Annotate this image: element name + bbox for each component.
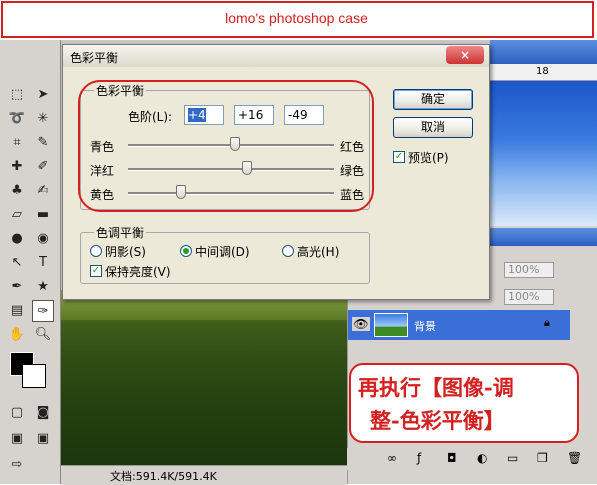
slice-tool-icon[interactable]: ✎ bbox=[32, 132, 54, 154]
layers-panel-header[interactable] bbox=[490, 228, 597, 246]
type-tool-icon[interactable]: T bbox=[32, 252, 54, 274]
lasso-tool-icon[interactable]: ➰ bbox=[6, 108, 28, 130]
trash-icon[interactable]: 🗑︎ bbox=[567, 451, 582, 465]
new-layer-icon[interactable]: ❐ bbox=[537, 451, 548, 465]
pen-tool-icon[interactable]: ✒ bbox=[6, 276, 28, 298]
opacity-field[interactable]: 100% bbox=[504, 262, 554, 278]
jump-to-imageready-icon[interactable]: ⇨ bbox=[6, 454, 28, 476]
move-tool-icon[interactable]: ➤ bbox=[32, 84, 54, 106]
dialog-title: 色彩平衡 bbox=[70, 51, 119, 65]
lock-icon: 🔒︎ bbox=[544, 316, 550, 329]
fill-field[interactable]: 100% bbox=[504, 289, 554, 305]
cancel-button[interactable]: 取消 bbox=[393, 117, 473, 138]
shadows-label: 阴影(S) bbox=[105, 245, 146, 259]
midtones-label: 中间调(D) bbox=[195, 245, 250, 259]
toolbox: ⬚ ➤ ➰ ✳ ⌗ ✎ ✚ ✐ ♣ ✍ ▱ ▬ ● ◉ ↖ T ✒ ★ ▤ ✑ … bbox=[0, 40, 61, 484]
mask-icon[interactable]: ◘ bbox=[447, 451, 457, 465]
banner-title: lomo's photoshop case bbox=[225, 10, 368, 26]
annotation-line-1: 再执行【图像-调 bbox=[358, 375, 514, 400]
highlights-label: 高光(H) bbox=[297, 245, 340, 259]
blur-tool-icon[interactable]: ● bbox=[6, 228, 28, 250]
shape-tool-icon[interactable]: ★ bbox=[32, 276, 54, 298]
adjustment-layer-icon[interactable]: ◐ bbox=[477, 451, 487, 465]
quick-mask-icon[interactable]: ◙ bbox=[32, 402, 54, 424]
standard-mode-icon[interactable]: ▢ bbox=[6, 402, 28, 424]
document-titlebar[interactable] bbox=[490, 40, 597, 64]
marquee-tool-icon[interactable]: ⬚ bbox=[6, 84, 28, 106]
preview-checkbox[interactable]: ✓ bbox=[393, 151, 405, 163]
preserve-luminosity-checkbox[interactable]: ✓ bbox=[90, 265, 102, 277]
clone-stamp-icon[interactable]: ♣ bbox=[6, 180, 28, 202]
close-icon[interactable]: × bbox=[446, 46, 484, 64]
preview-label: 预览(P) bbox=[408, 151, 449, 165]
layer-style-icon[interactable]: ƒ bbox=[417, 451, 421, 465]
preserve-luminosity-label: 保持亮度(V) bbox=[105, 265, 171, 279]
magic-wand-icon[interactable]: ✳ bbox=[32, 108, 54, 130]
eraser-tool-icon[interactable]: ▱ bbox=[6, 204, 28, 226]
highlight-ellipse bbox=[78, 80, 374, 212]
notes-tool-icon[interactable]: ▤ bbox=[6, 300, 28, 322]
link-icon[interactable]: ∞ bbox=[387, 451, 397, 465]
path-select-icon[interactable]: ↖ bbox=[6, 252, 28, 274]
layer-name: 背景 bbox=[414, 320, 436, 333]
ruler-mark: 18 bbox=[536, 66, 549, 77]
image-canvas[interactable] bbox=[61, 290, 347, 465]
healing-brush-icon[interactable]: ✚ bbox=[6, 156, 28, 178]
eye-icon[interactable]: 👁︎ bbox=[352, 317, 370, 331]
layer-thumbnail bbox=[374, 313, 408, 337]
screen-mode-icon[interactable]: ▣ bbox=[6, 428, 28, 450]
shadows-radio[interactable] bbox=[90, 245, 102, 257]
tone-balance-group-label: 色调平衡 bbox=[94, 224, 147, 241]
crop-tool-icon[interactable]: ⌗ bbox=[6, 132, 28, 154]
midtones-radio[interactable] bbox=[180, 245, 192, 257]
hand-tool-icon[interactable]: ✋ bbox=[6, 324, 28, 346]
background-color-swatch[interactable] bbox=[22, 364, 46, 388]
document-size: 文档:591.4K/591.4K bbox=[110, 470, 217, 483]
annotation-line-2: 整-色彩平衡】 bbox=[370, 408, 505, 433]
brush-tool-icon[interactable]: ✐ bbox=[32, 156, 54, 178]
eyedropper-tool-icon[interactable]: ✑ bbox=[32, 300, 54, 322]
history-brush-icon[interactable]: ✍ bbox=[32, 180, 54, 202]
layers-toolbar: ∞ ƒ ◘ ◐ ▭ ❐ 🗑︎ bbox=[347, 448, 597, 470]
zoom-tool-icon[interactable]: 🔍︎ bbox=[32, 324, 54, 346]
dodge-tool-icon[interactable]: ◉ bbox=[32, 228, 54, 250]
highlights-radio[interactable] bbox=[282, 245, 294, 257]
new-group-icon[interactable]: ▭ bbox=[507, 451, 518, 465]
full-screen-icon[interactable]: ▣ bbox=[32, 428, 54, 450]
dialog-titlebar[interactable] bbox=[63, 45, 489, 67]
gradient-tool-icon[interactable]: ▬ bbox=[32, 204, 54, 226]
ok-button[interactable]: 确定 bbox=[393, 89, 473, 110]
sky-image bbox=[490, 81, 597, 226]
